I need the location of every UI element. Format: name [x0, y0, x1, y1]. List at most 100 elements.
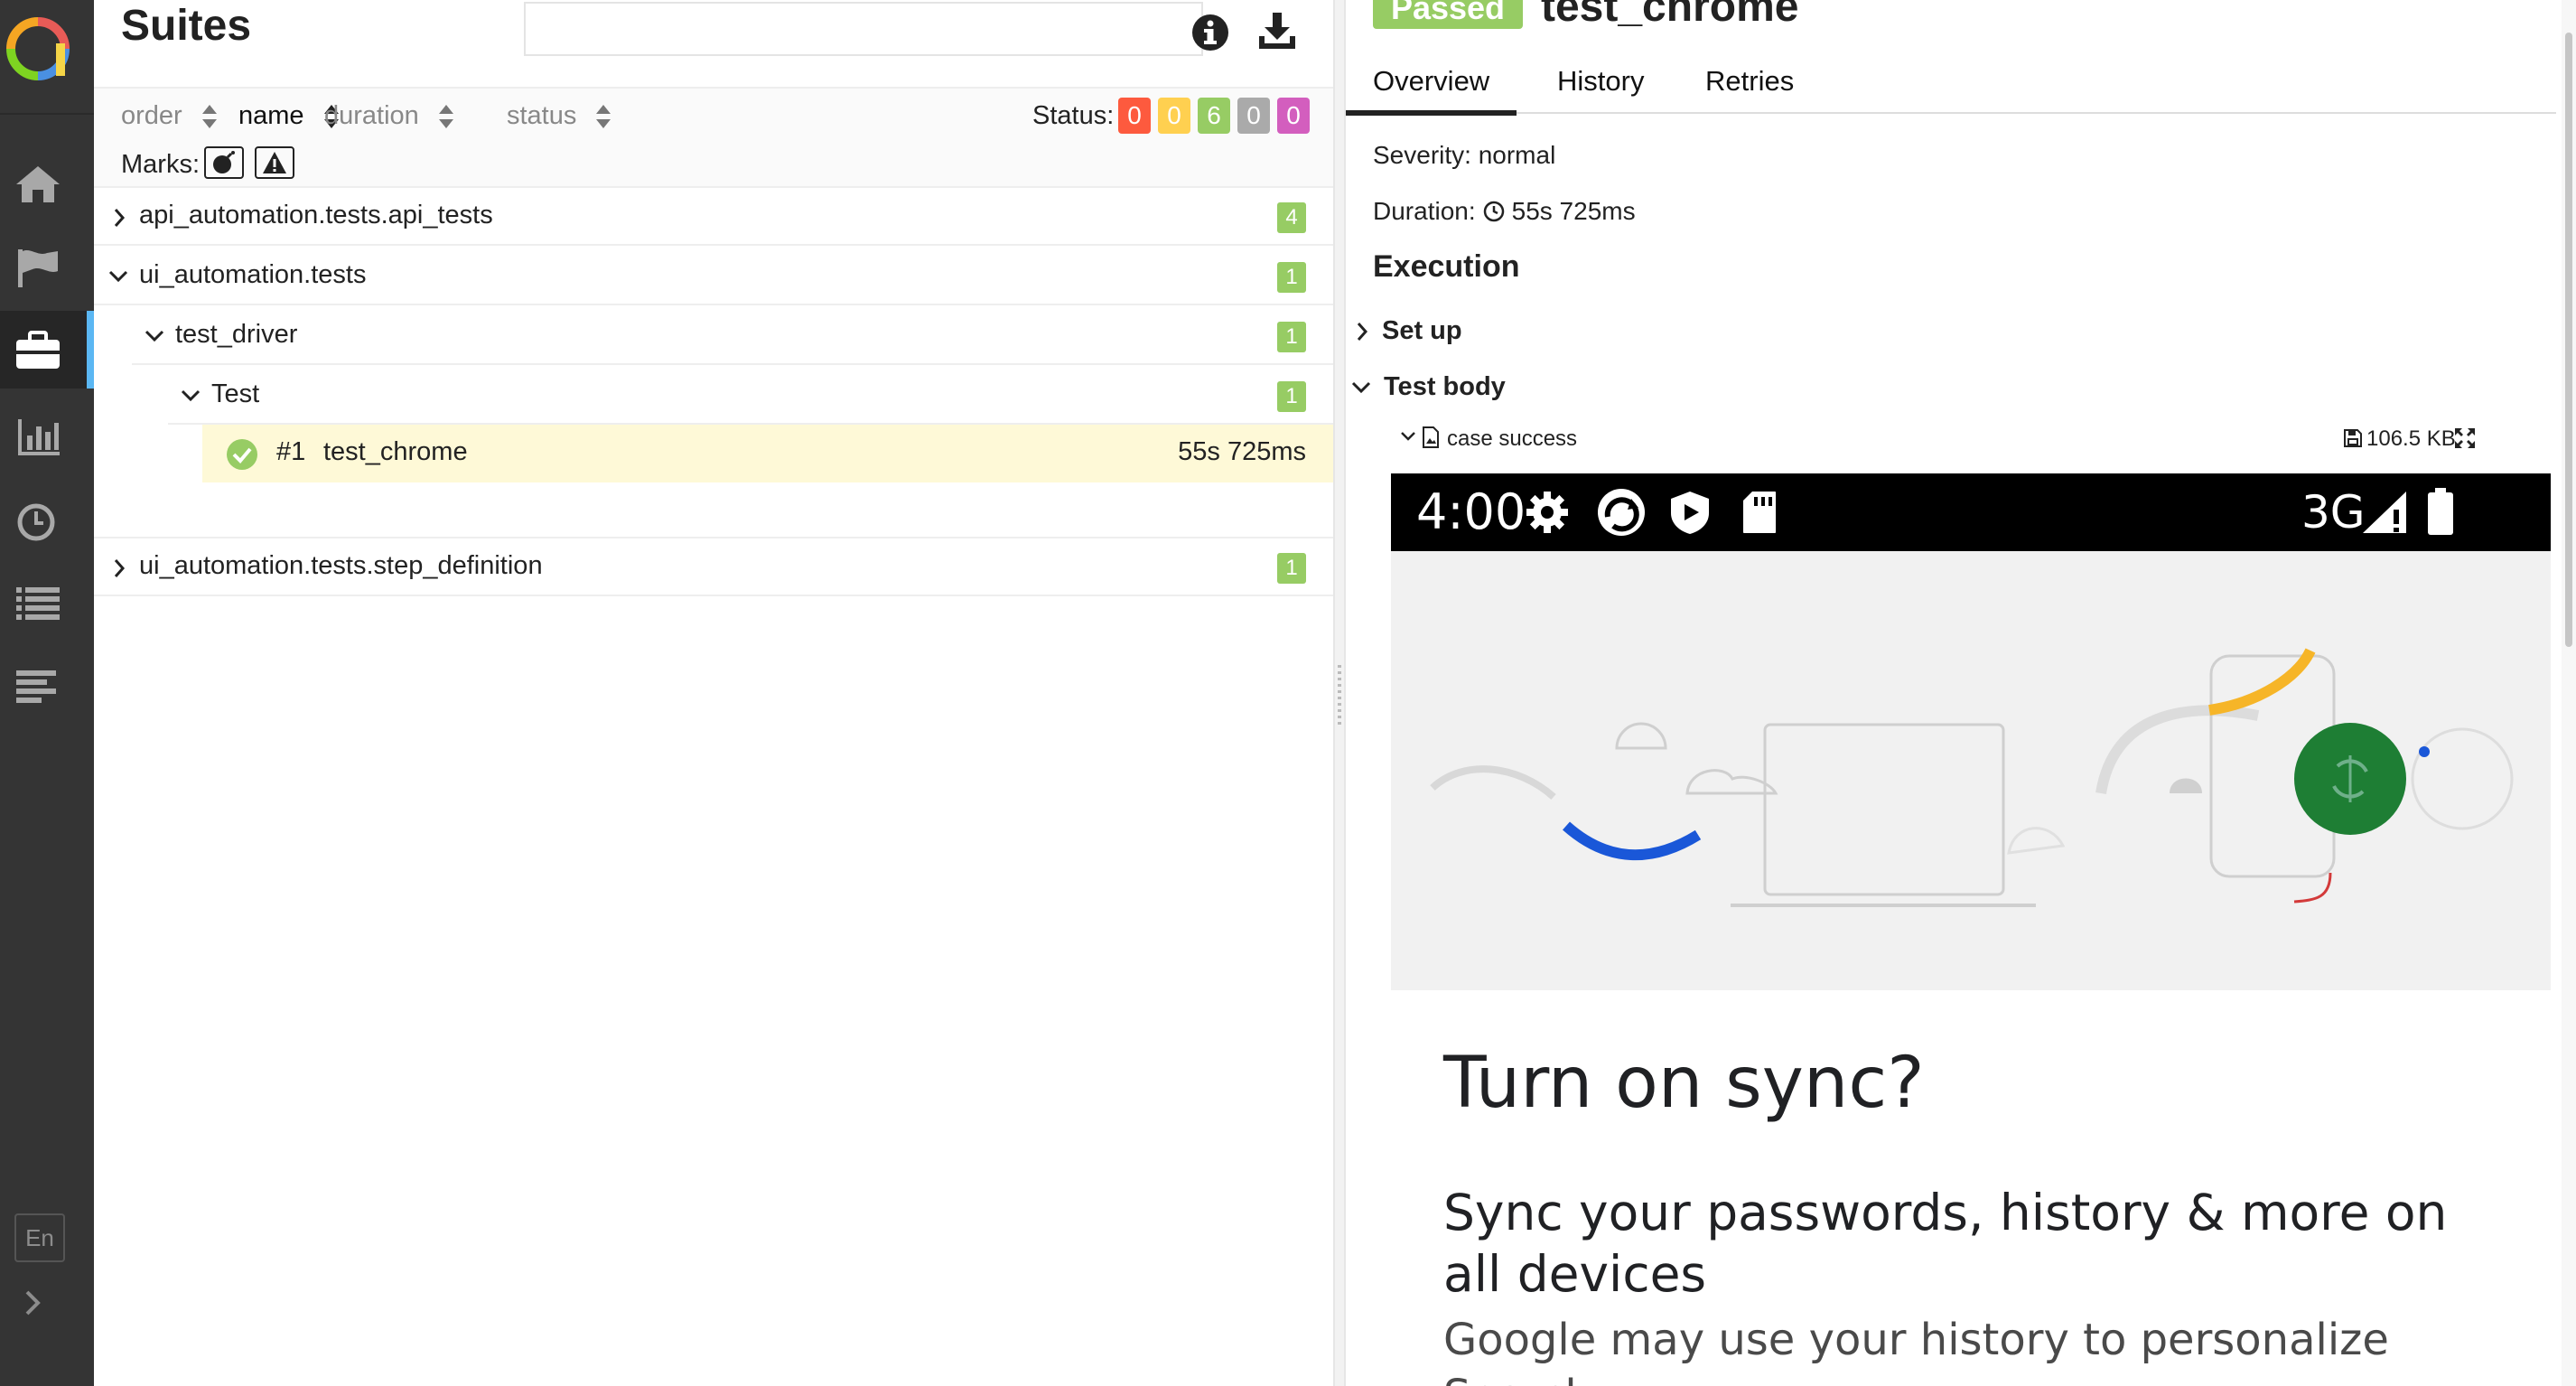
status-unknown-count[interactable]: 0: [1277, 98, 1310, 134]
passed-count-badge: 1: [1277, 322, 1306, 352]
sort-name[interactable]: name: [238, 101, 339, 131]
nav-item-graphs[interactable]: [0, 398, 94, 475]
tab-history[interactable]: History: [1530, 58, 1671, 110]
scrollbar-thumb[interactable]: [2565, 33, 2572, 647]
splitter-grip[interactable]: [1338, 665, 1341, 725]
page-title: Suites: [121, 2, 252, 50]
tree-group-ui-tests[interactable]: ui_automation.tests 1: [94, 248, 1333, 305]
attachment-screenshot: 4:00 3G Turn on sync? Sync your password…: [1391, 473, 2551, 1386]
phone-time: 4:00: [1416, 483, 1526, 540]
chevron-down-icon: [1401, 432, 1415, 441]
duration-text: Duration: 55s 725ms: [1373, 197, 1636, 226]
tree-group-test-driver[interactable]: test_driver 1: [132, 307, 1333, 365]
details-tabs: Overview History Retries: [1346, 49, 2556, 116]
sort-toolbar: order name duration status Status: 0 0 6…: [94, 87, 1333, 188]
language-switch[interactable]: En: [14, 1213, 65, 1262]
sort-duration[interactable]: duration: [324, 101, 453, 131]
severity-text: Severity: normal: [1373, 141, 1556, 169]
bomb-icon: [213, 151, 235, 173]
tree-group-name: ui_automation.tests.step_definition: [139, 551, 543, 580]
sort-icon: [596, 104, 611, 128]
status-broken-count[interactable]: 0: [1158, 98, 1190, 134]
image-file-icon: [1423, 426, 1439, 448]
sidebar-nav: En: [0, 0, 94, 1386]
download-icon: [1259, 13, 1295, 49]
passed-count-badge: 1: [1277, 553, 1306, 584]
sort-name-label: name: [238, 101, 304, 130]
test-body-step[interactable]: Test body: [1351, 372, 1506, 402]
status-passed-count[interactable]: 6: [1198, 98, 1230, 134]
test-case-row[interactable]: #1 test_chrome 55s 725ms: [202, 425, 1333, 482]
info-button[interactable]: [1190, 13, 1230, 52]
tab-overview[interactable]: Overview: [1346, 58, 1517, 116]
list-icon: [16, 587, 60, 620]
details-scrollbar[interactable]: [2562, 0, 2576, 1386]
chevron-down-icon: [145, 330, 164, 342]
sort-status[interactable]: status: [507, 101, 611, 131]
flaky-mark-toggle[interactable]: [204, 146, 244, 179]
nav-item-overview[interactable]: [0, 145, 94, 222]
tab-retries[interactable]: Retries: [1678, 58, 1821, 110]
test-name: test_chrome: [323, 437, 468, 466]
nav-item-packages[interactable]: [0, 647, 94, 725]
suites-pane: Suites order name duration status Status…: [94, 0, 1333, 1386]
passed-count-badge: 4: [1277, 202, 1306, 233]
nav-item-categories[interactable]: [0, 229, 94, 307]
align-left-icon: [16, 670, 56, 703]
passed-check-icon: [227, 439, 257, 470]
tree-group-api-tests[interactable]: api_automation.tests.api_tests 4: [94, 188, 1333, 246]
sd-card-icon: [1743, 492, 1776, 533]
status-filter-label: Status:: [1032, 101, 1115, 130]
attachment-row[interactable]: case success 106.5 KB: [1400, 423, 2518, 455]
briefcase-icon: [16, 331, 60, 369]
tree-group-name: test_driver: [175, 320, 298, 349]
passed-count-badge: 1: [1277, 381, 1306, 412]
sort-status-label: status: [507, 101, 577, 130]
tree-group-step-definition[interactable]: ui_automation.tests.step_definition 1: [94, 538, 1333, 596]
signal-icon: [2363, 492, 2406, 533]
nav-item-timeline[interactable]: [0, 482, 94, 560]
test-order: #1: [276, 437, 306, 466]
status-failed-count[interactable]: 0: [1118, 98, 1151, 134]
collapse-nav-button[interactable]: [20, 1287, 47, 1319]
passed-count-badge: 1: [1277, 262, 1306, 293]
sync-heading: Turn on sync?: [1443, 1043, 1925, 1124]
tree-group-name: Test: [211, 379, 260, 408]
sort-icon: [201, 104, 217, 128]
info-icon: [1192, 14, 1228, 51]
tree-group-test[interactable]: Test 1: [168, 367, 1333, 425]
download-button[interactable]: [1255, 9, 1299, 52]
new-failed-mark-toggle[interactable]: [255, 146, 294, 179]
search-input[interactable]: [524, 2, 1203, 56]
chevron-right-icon: [25, 1290, 41, 1316]
save-icon: [2344, 429, 2362, 447]
execution-heading: Execution: [1373, 249, 1520, 284]
bar-chart-icon: [18, 419, 60, 455]
nav-item-suites[interactable]: [0, 311, 94, 389]
settings-icon: [1526, 492, 1568, 533]
sync-body-text: Google may use your history to personali…: [1443, 1315, 2389, 1386]
marks-label: Marks:: [121, 150, 200, 179]
phone-status-bar: 4:00 3G: [1391, 473, 2551, 551]
home-icon: [16, 166, 60, 202]
tree-spacer: [94, 482, 1333, 538]
fullscreen-icon[interactable]: [2453, 426, 2477, 450]
chevron-right-icon: [114, 559, 126, 577]
clock-icon: [1483, 201, 1504, 222]
pane-splitter[interactable]: [1333, 0, 1346, 1386]
sort-order[interactable]: order: [121, 101, 217, 131]
duration-value: 55s 725ms: [1511, 197, 1636, 225]
test-title: test_chrome: [1541, 0, 1799, 31]
setup-step-label: Set up: [1382, 316, 1462, 345]
battery-icon: [2428, 488, 2453, 535]
chevron-right-icon: [114, 209, 126, 227]
status-badge: Passed: [1373, 0, 1523, 29]
nav-item-behaviors[interactable]: [0, 564, 94, 641]
setup-step[interactable]: Set up: [1355, 316, 1462, 346]
attachment-name: case success: [1447, 426, 1578, 451]
tree-group-name: api_automation.tests.api_tests: [139, 201, 493, 229]
status-skipped-count[interactable]: 0: [1237, 98, 1270, 134]
allure-logo[interactable]: [5, 16, 70, 81]
sort-duration-label: duration: [324, 101, 419, 130]
sort-icon: [438, 104, 453, 128]
